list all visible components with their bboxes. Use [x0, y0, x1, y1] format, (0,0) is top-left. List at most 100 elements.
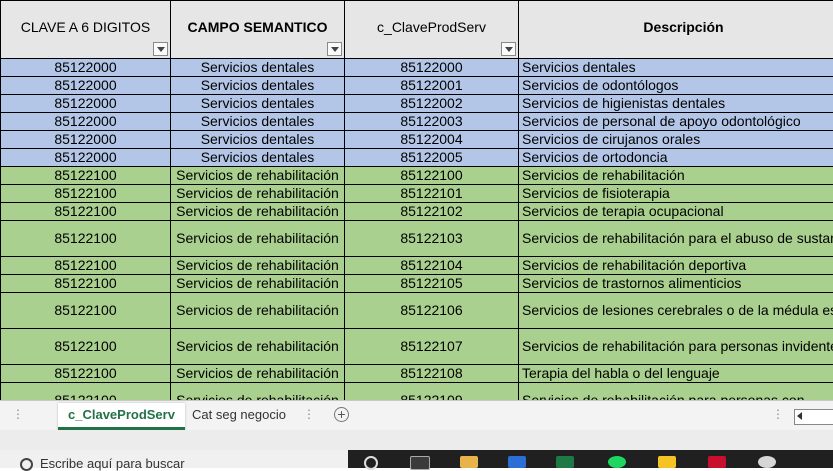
cell-campo[interactable]: Servicios de rehabilitación	[171, 167, 345, 185]
cell-campo[interactable]: Servicios dentales	[171, 149, 345, 167]
cell-clave[interactable]: 85122100	[1, 329, 171, 365]
search-placeholder: Escribe aquí para buscar	[40, 456, 185, 471]
cell-campo[interactable]: Servicios de rehabilitación	[171, 329, 345, 365]
windows-taskbar: Escribe aquí para buscar	[0, 450, 833, 468]
cell-clave[interactable]: 85122100	[1, 203, 171, 221]
cell-descripcion[interactable]: Servicios de rehabilitación	[519, 167, 833, 185]
table-row: 85122000Servicios dentales85122002Servic…	[1, 95, 833, 113]
header-clave[interactable]: CLAVE A 6 DIGITOS	[1, 1, 171, 59]
filter-dropdown-icon[interactable]	[327, 42, 342, 56]
cell-clave-prod[interactable]: 85122107	[345, 329, 519, 365]
file-explorer-icon[interactable]	[460, 456, 478, 468]
cell-campo[interactable]: Servicios de rehabilitación	[171, 203, 345, 221]
cell-clave-prod[interactable]: 85122106	[345, 293, 519, 329]
cell-campo[interactable]: Servicios de rehabilitación	[171, 185, 345, 203]
cell-campo[interactable]: Servicios dentales	[171, 95, 345, 113]
cell-clave-prod[interactable]: 85122104	[345, 257, 519, 275]
horizontal-scrollbar[interactable]	[794, 409, 833, 425]
cell-descripcion[interactable]: Servicios de rehabilitación para el abus…	[519, 221, 833, 257]
cell-clave[interactable]: 85122100	[1, 167, 171, 185]
cell-clave[interactable]: 85122100	[1, 185, 171, 203]
browser-icon[interactable]	[758, 456, 776, 468]
cell-clave[interactable]: 85122100	[1, 257, 171, 275]
cell-descripcion[interactable]: Servicios de trastornos alimenticios	[519, 275, 833, 293]
cell-clave-prod[interactable]: 85122005	[345, 149, 519, 167]
cell-clave[interactable]: 85122100	[1, 383, 171, 401]
cell-clave-prod[interactable]: 85122109	[345, 383, 519, 401]
excel-icon[interactable]	[556, 456, 574, 468]
table-row: 85122000Servicios dentales85122003Servic…	[1, 113, 833, 131]
header-descripcion-label: Descripción	[522, 19, 833, 36]
cell-clave-prod[interactable]: 85122101	[345, 185, 519, 203]
cell-campo[interactable]: Servicios dentales	[171, 77, 345, 95]
cell-descripcion[interactable]: Servicios de rehabilitación para persona…	[519, 329, 833, 365]
word-icon[interactable]	[508, 456, 526, 468]
cell-descripcion[interactable]: Terapia del habla o del lenguaje	[519, 365, 833, 383]
header-clave-prod-label: c_ClaveProdServ	[348, 19, 515, 36]
header-campo[interactable]: CAMPO SEMANTICO	[171, 1, 345, 59]
cell-campo[interactable]: Servicios de rehabilitación	[171, 365, 345, 383]
taskbar-search[interactable]: Escribe aquí para buscar	[0, 450, 348, 468]
cell-campo[interactable]: Servicios de rehabilitación	[171, 293, 345, 329]
cell-descripcion[interactable]: Servicios de cirujanos orales	[519, 131, 833, 149]
spreadsheet-grid[interactable]: CLAVE A 6 DIGITOS CAMPO SEMANTICO c_Clav…	[0, 0, 833, 400]
cell-clave[interactable]: 85122000	[1, 113, 171, 131]
cell-descripcion[interactable]: Servicios de higienistas dentales	[519, 95, 833, 113]
tab-c-claveprodserv[interactable]: c_ClaveProdServ	[58, 403, 185, 430]
table-row: 85122000Servicios dentales85122000Servic…	[1, 59, 833, 77]
header-clave-prod[interactable]: c_ClaveProdServ	[345, 1, 519, 59]
cell-clave[interactable]: 85122000	[1, 95, 171, 113]
cell-descripcion[interactable]: Servicios de lesiones cerebrales o de la…	[519, 293, 833, 329]
cell-campo[interactable]: Servicios de rehabilitación	[171, 275, 345, 293]
tab-cat-seg-negocio[interactable]: Cat seg negocio	[182, 403, 296, 427]
cell-descripcion[interactable]: Servicios de personal de apoyo odontológ…	[519, 113, 833, 131]
header-descripcion[interactable]: Descripción	[519, 1, 833, 59]
cell-descripcion[interactable]: Servicios de terapia ocupacional	[519, 203, 833, 221]
cell-clave-prod[interactable]: 85122100	[345, 167, 519, 185]
cell-clave-prod[interactable]: 85122004	[345, 131, 519, 149]
cell-clave-prod[interactable]: 85122105	[345, 275, 519, 293]
header-clave-label: CLAVE A 6 DIGITOS	[4, 19, 167, 36]
filter-dropdown-icon[interactable]	[153, 42, 168, 56]
cell-descripcion[interactable]: Servicios de rehabilitación deportiva	[519, 257, 833, 275]
data-table: CLAVE A 6 DIGITOS CAMPO SEMANTICO c_Clav…	[0, 0, 833, 400]
cell-clave[interactable]: 85122000	[1, 59, 171, 77]
cell-campo[interactable]: Servicios de rehabilitación	[171, 221, 345, 257]
cell-clave[interactable]: 85122000	[1, 149, 171, 167]
cell-campo[interactable]: Servicios de rehabilitación	[171, 383, 345, 401]
cell-clave-prod[interactable]: 85122002	[345, 95, 519, 113]
cell-clave-prod[interactable]: 85122003	[345, 113, 519, 131]
cell-campo[interactable]: Servicios dentales	[171, 59, 345, 77]
cell-clave[interactable]: 85122000	[1, 77, 171, 95]
scroll-left-icon[interactable]	[797, 412, 802, 420]
table-row: 85122100Servicios de rehabilitación85122…	[1, 275, 833, 293]
cell-clave[interactable]: 85122100	[1, 221, 171, 257]
cell-descripcion[interactable]: Servicios de fisioterapia	[519, 185, 833, 203]
cell-clave-prod[interactable]: 85122000	[345, 59, 519, 77]
cell-descripcion[interactable]: Servicios de ortodoncia	[519, 149, 833, 167]
table-row: 85122000Servicios dentales85122005Servic…	[1, 149, 833, 167]
cell-campo[interactable]: Servicios dentales	[171, 113, 345, 131]
cell-descripcion[interactable]: Servicios de odontólogos	[519, 77, 833, 95]
cell-clave-prod[interactable]: 85122001	[345, 77, 519, 95]
spotify-icon[interactable]	[608, 456, 626, 468]
cell-clave[interactable]: 85122100	[1, 293, 171, 329]
add-sheet-icon[interactable]: +	[334, 407, 349, 422]
cell-clave[interactable]: 85122100	[1, 365, 171, 383]
cell-campo[interactable]: Servicios dentales	[171, 131, 345, 149]
cell-clave-prod[interactable]: 85122102	[345, 203, 519, 221]
sheet-tab-bar: ⋮ c_ClaveProdServ Cat seg negocio ⋮ + ⋮	[0, 400, 833, 430]
tab-scroll-dots-icon[interactable]: ⋮	[12, 407, 24, 421]
cell-descripcion[interactable]: Servicios de rehabilitación para persona…	[519, 383, 833, 401]
split-handle-icon[interactable]: ⋮	[772, 407, 784, 421]
cell-clave-prod[interactable]: 85122108	[345, 365, 519, 383]
cell-clave-prod[interactable]: 85122103	[345, 221, 519, 257]
cell-descripcion[interactable]: Servicios dentales	[519, 59, 833, 77]
cell-campo[interactable]: Servicios de rehabilitación	[171, 257, 345, 275]
chrome-icon[interactable]	[658, 456, 676, 468]
filter-dropdown-icon[interactable]	[501, 42, 516, 56]
cell-clave[interactable]: 85122000	[1, 131, 171, 149]
app-icon[interactable]	[708, 456, 726, 468]
tab-more-dots-icon[interactable]: ⋮	[303, 407, 315, 421]
cell-clave[interactable]: 85122100	[1, 275, 171, 293]
